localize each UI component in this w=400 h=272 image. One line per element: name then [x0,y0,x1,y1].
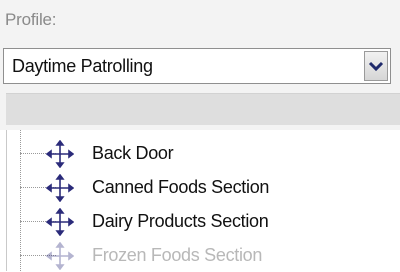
move-cross-arrows-icon [46,242,74,270]
profile-dropdown-value: Daytime Patrolling [12,56,153,76]
tree-item-label: Back Door [92,143,174,163]
profile-dropdown[interactable]: Daytime Patrolling [3,48,391,84]
move-cross-arrows-icon [46,140,74,168]
chevron-down-icon [368,61,384,72]
tree-item-back-door[interactable]: Back Door [0,136,390,170]
tree-item-label: Dairy Products Section [92,211,269,231]
dropdown-arrow-button[interactable] [364,51,388,81]
move-cross-arrows-icon [46,208,74,236]
profile-label: Profile: [5,10,57,29]
tree-item-label: Canned Foods Section [92,177,270,197]
tree-item-label: Frozen Foods Section [92,245,263,265]
tree-item-canned-foods-section[interactable]: Canned Foods Section [0,170,390,204]
tree-item-frozen-foods-section[interactable]: Frozen Foods Section [0,238,390,272]
move-cross-arrows-icon [46,174,74,202]
tree-toolbar [6,93,400,125]
tree-item-dairy-products-section[interactable]: Dairy Products Section [0,204,390,238]
